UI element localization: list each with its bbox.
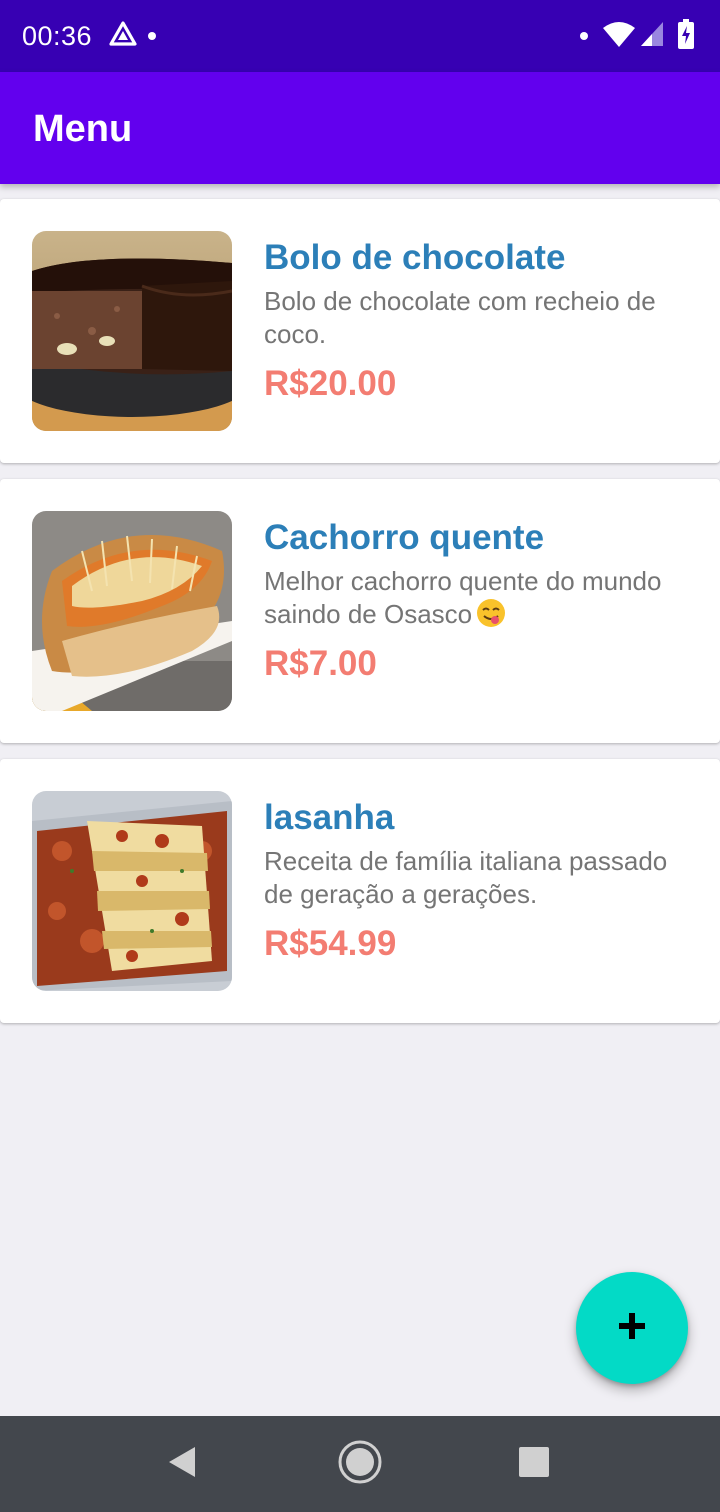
add-item-button[interactable] xyxy=(576,1272,688,1384)
app-bar: Menu xyxy=(0,72,720,184)
drive-icon xyxy=(108,20,138,53)
notification-dot xyxy=(148,32,156,40)
status-right-icons xyxy=(580,18,694,54)
navigation-bar xyxy=(0,1416,720,1512)
wifi-icon xyxy=(602,20,636,53)
menu-item-name: Bolo de chocolate xyxy=(264,238,566,277)
menu-item-description: Bolo de chocolate com recheio de coco. xyxy=(264,285,700,351)
home-icon xyxy=(337,1439,383,1490)
menu-item-description-text: Melhor cachorro quente do mundo saindo d… xyxy=(264,566,662,629)
page-title: Menu xyxy=(33,108,133,150)
menu-item-info: lasanha Receita de família italiana pass… xyxy=(264,797,700,965)
menu-item-card[interactable]: Bolo de chocolate Bolo de chocolate com … xyxy=(0,199,720,463)
back-icon xyxy=(167,1446,197,1483)
menu-item-description: Receita de família italiana passado de g… xyxy=(264,845,700,911)
menu-item-card[interactable]: lasanha Receita de família italiana pass… xyxy=(0,759,720,1023)
menu-item-price: R$20.00 xyxy=(264,364,397,403)
menu-item-name: Cachorro quente xyxy=(264,518,545,557)
plus-icon xyxy=(617,1311,647,1346)
menu-item-description: Melhor cachorro quente do mundo saindo d… xyxy=(264,565,700,631)
home-button[interactable] xyxy=(336,1440,384,1488)
menu-item-price: R$7.00 xyxy=(264,644,377,683)
chocolate-cake-photo xyxy=(32,231,232,431)
recents-button[interactable] xyxy=(510,1440,558,1488)
hot-dog-photo xyxy=(32,511,232,711)
menu-item-info: Bolo de chocolate Bolo de chocolate com … xyxy=(264,237,700,405)
menu-list[interactable]: Bolo de chocolate Bolo de chocolate com … xyxy=(0,199,720,1039)
recents-icon xyxy=(519,1446,549,1482)
status-time: 00:36 xyxy=(22,21,93,51)
notification-dot xyxy=(580,32,588,40)
menu-item-info: Cachorro quente Melhor cachorro quente d… xyxy=(264,517,700,685)
menu-item-description-text: Bolo de chocolate com recheio de coco. xyxy=(264,286,656,349)
status-left-icons xyxy=(108,20,156,52)
lasagna-photo xyxy=(32,791,232,991)
back-button[interactable] xyxy=(158,1440,206,1488)
battery-charging-icon xyxy=(678,18,694,54)
signal-icon xyxy=(640,21,664,52)
menu-item-name: lasanha xyxy=(264,798,395,837)
yum-face-icon xyxy=(476,598,506,628)
menu-item-price: R$54.99 xyxy=(264,924,397,963)
menu-item-card[interactable]: Cachorro quente Melhor cachorro quente d… xyxy=(0,479,720,743)
status-bar: 00:36 xyxy=(0,0,720,72)
menu-item-description-text: Receita de família italiana passado de g… xyxy=(264,846,668,909)
